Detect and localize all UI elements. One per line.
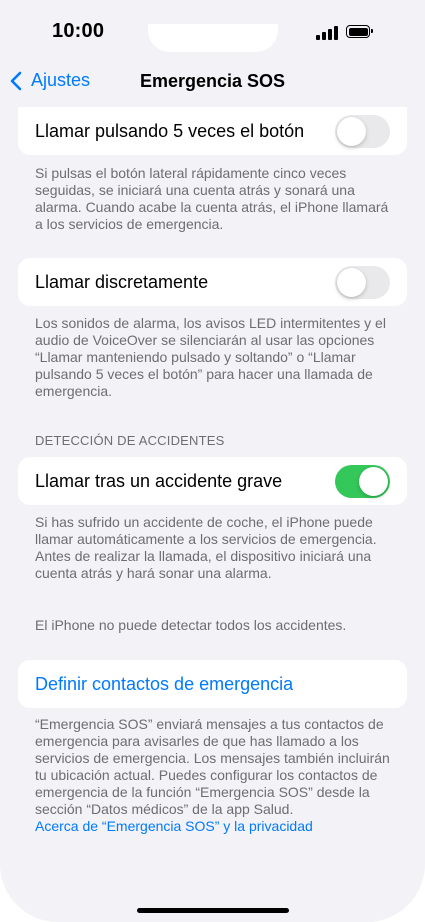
dynamic-island — [148, 24, 278, 52]
toggle-knob — [337, 268, 366, 297]
privacy-link[interactable]: Acerca de “Emergencia SOS” y la privacid… — [35, 818, 397, 835]
call-quietly-footer: Los sonidos de alarma, los avisos LED in… — [35, 315, 386, 399]
toggle-knob — [337, 117, 366, 146]
call-5-presses-footer: Si pulsas el botón lateral rápidamente c… — [35, 165, 389, 232]
crash-detection-row: Llamar tras un accidente grave — [18, 457, 407, 505]
home-indicator — [137, 908, 289, 913]
call-5-presses-toggle[interactable] — [335, 115, 390, 148]
emergency-contacts-footer: “Emergencia SOS” enviará mensajes a tus … — [35, 716, 397, 835]
crash-detection-header: DETECCIÓN DE ACCIDENTES — [35, 433, 225, 448]
status-time: 10:00 — [52, 20, 105, 42]
crash-detection-label: Llamar tras un accidente grave — [35, 471, 283, 491]
call-5-presses-row: Llamar pulsando 5 veces el botón — [18, 107, 407, 155]
cellular-signal-icon — [316, 26, 340, 40]
crash-detection-footer-note: El iPhone no puede detectar todos los ac… — [35, 617, 347, 633]
toggle-knob — [359, 467, 388, 496]
call-quietly-label: Llamar discretamente — [35, 272, 209, 292]
emergency-contacts-footer-text: “Emergencia SOS” enviará mensajes a tus … — [35, 716, 390, 817]
page-title: Emergencia SOS — [139, 71, 286, 91]
crash-detection-footer: Si has sufrido un accidente de coche, el… — [35, 514, 377, 581]
crash-detection-toggle[interactable] — [335, 465, 390, 498]
battery-icon — [346, 25, 373, 38]
call-quietly-toggle[interactable] — [335, 266, 390, 299]
emergency-contacts-row[interactable]: Definir contactos de emergencia — [18, 660, 407, 708]
navigation-bar: Ajustes Emergencia SOS — [0, 60, 425, 104]
phone-screen: 10:00 Ajustes Emergencia SOS Llamar puls… — [0, 0, 425, 922]
call-quietly-row: Llamar discretamente — [18, 258, 407, 306]
status-bar: 10:00 — [0, 0, 425, 60]
emergency-contacts-link[interactable]: Definir contactos de emergencia — [35, 660, 293, 708]
call-5-presses-label: Llamar pulsando 5 veces el botón — [35, 121, 305, 141]
